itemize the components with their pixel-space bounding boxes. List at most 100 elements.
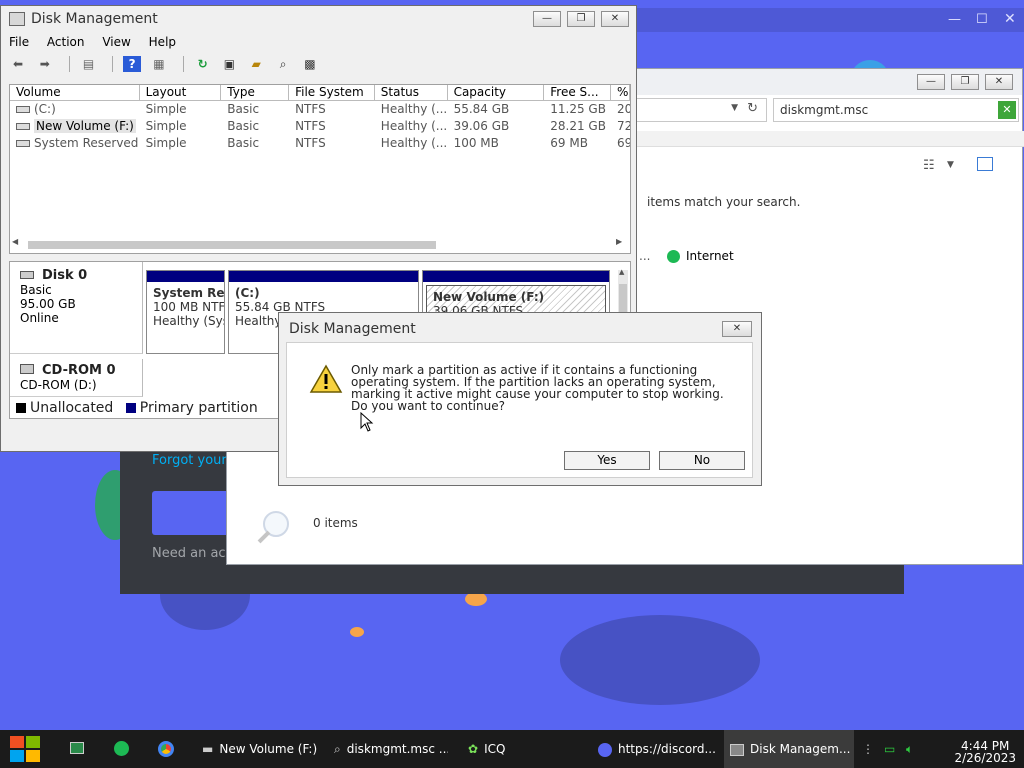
volume-cell: (C:) <box>10 101 140 118</box>
explorer-maximize-button[interactable]: ❐ <box>951 74 979 90</box>
search-location-internet[interactable]: Internet <box>667 249 734 263</box>
folder-open-icon[interactable]: ▰ <box>247 56 265 72</box>
column-layout[interactable]: Layout <box>140 85 222 100</box>
disk-size: 95.00 GB <box>20 297 76 311</box>
volume-list: Volume Layout Type File System Status Ca… <box>9 84 631 254</box>
disk-0-label[interactable]: Disk 0 Basic 95.00 GB Online <box>10 262 143 354</box>
layout-cell: Simple <box>145 102 187 116</box>
drive-icon <box>16 140 30 147</box>
search-icon[interactable]: ⌕ <box>274 56 292 72</box>
taskbar-label: diskmgmt.msc ... <box>346 742 448 756</box>
decor-dot <box>465 592 487 606</box>
partition-system-reserved[interactable]: System Re 100 MB NTF Healthy (Sys <box>146 270 225 354</box>
legend-primary-partition: Primary partition <box>139 400 258 416</box>
preview-pane-icon[interactable] <box>977 157 993 171</box>
horizontal-scrollbar[interactable]: ◀ ▶ <box>10 237 630 249</box>
column-capacity[interactable]: Capacity <box>448 85 545 100</box>
view-options-icon[interactable]: ☷ <box>923 158 935 173</box>
taskbar-label: https://discord... <box>618 742 716 756</box>
dialog-message: Only mark a partition as active if it co… <box>351 363 724 413</box>
file-system-cell: NTFS <box>295 119 326 133</box>
taskbar-overflow-icon[interactable]: ⋮ <box>862 730 872 768</box>
cdrom-0-label[interactable]: CD-ROM 0 CD-ROM (D:) <box>10 359 143 397</box>
explorer-close-button[interactable]: ✕ <box>985 74 1013 90</box>
show-desktop-icon[interactable] <box>70 730 90 768</box>
discord-maximize-button[interactable]: ☐ <box>976 12 988 27</box>
toolbar: ⬅ ➡ ▤ ? ▦ ↻ ▣ ▰ ⌕ ▩ <box>9 56 324 78</box>
table-row[interactable]: New Volume (F:) Simple Basic NTFS Health… <box>10 118 630 135</box>
column-percent-free[interactable]: % I <box>611 85 630 100</box>
forward-arrow-icon[interactable]: ➡ <box>36 56 54 72</box>
clear-search-icon[interactable]: ✕ <box>998 101 1016 119</box>
dialog-titlebar: Disk Management ✕ <box>279 313 761 341</box>
taskbar-item-diskmgmt-search[interactable]: ⌕ diskmgmt.msc ... <box>328 730 448 768</box>
column-file-system[interactable]: File System <box>289 85 375 100</box>
cdrom-icon <box>20 364 34 374</box>
scroll-left-icon[interactable]: ◀ <box>12 237 18 246</box>
menu-help[interactable]: Help <box>149 35 176 49</box>
scroll-up-icon[interactable]: ▲ <box>619 268 624 276</box>
minimize-button[interactable]: — <box>533 11 561 27</box>
back-arrow-icon[interactable]: ⬅ <box>9 56 27 72</box>
show-hide-console-tree-icon[interactable]: ▤ <box>79 56 97 72</box>
taskbar-item-new-volume[interactable]: ▬ New Volume (F:) <box>196 730 320 768</box>
help-icon[interactable]: ? <box>123 56 142 72</box>
maximize-button[interactable]: ❐ <box>567 11 595 27</box>
column-volume[interactable]: Volume <box>10 85 140 100</box>
scroll-right-icon[interactable]: ▶ <box>616 237 622 246</box>
partition-name: (C:) <box>235 286 260 300</box>
mouse-cursor-icon <box>360 412 374 432</box>
cdrom-name: CD-ROM 0 <box>42 363 116 378</box>
spotify-icon[interactable] <box>114 730 134 768</box>
settings-icon[interactable]: ▩ <box>301 56 319 72</box>
refresh-icon[interactable]: ↻ <box>194 56 212 72</box>
hard-disk-icon <box>20 271 34 279</box>
column-status[interactable]: Status <box>375 85 448 100</box>
start-button[interactable] <box>8 730 44 768</box>
no-button[interactable]: No <box>659 451 745 470</box>
discord-minimize-button[interactable]: — <box>948 12 961 27</box>
confirm-active-partition-dialog: Disk Management ✕ Only mark a partition … <box>278 312 762 486</box>
table-row[interactable]: (C:) Simple Basic NTFS Healthy (... 55.8… <box>10 101 630 118</box>
taskbar: ▬ New Volume (F:) ⌕ diskmgmt.msc ... ✿ ICQ … <box>0 730 1024 768</box>
forgot-password-link[interactable]: Forgot your <box>152 453 227 468</box>
type-cell: Basic <box>227 136 260 150</box>
taskbar-item-disk-management[interactable]: Disk Managem... <box>724 730 854 768</box>
volume-icon[interactable]: 🔈︎ <box>906 730 922 768</box>
chevron-down-icon[interactable]: ▼ <box>947 160 954 170</box>
scrollbar-thumb[interactable] <box>28 241 436 249</box>
volume-name: New Volume (F:) <box>34 119 136 133</box>
properties-icon[interactable]: ▦ <box>150 56 168 72</box>
chrome-icon[interactable] <box>158 730 178 768</box>
toolbar-separator <box>68 56 70 72</box>
rescan-disks-icon[interactable]: ▣ <box>220 56 238 72</box>
menu-view[interactable]: View <box>102 35 130 49</box>
menu-action[interactable]: Action <box>47 35 85 49</box>
disk-name: Disk 0 <box>42 268 88 283</box>
volume-list-header: Volume Layout Type File System Status Ca… <box>10 85 630 101</box>
system-clock[interactable]: 4:44 PM 2/26/2023 <box>954 740 1016 764</box>
decor-cloud <box>560 615 760 705</box>
explorer-minimize-button[interactable]: — <box>917 74 945 90</box>
internet-icon <box>667 250 680 263</box>
chevron-down-icon[interactable]: ▼ <box>731 103 738 113</box>
partition-name: New Volume (F:) <box>433 290 545 304</box>
taskbar-item-icq[interactable]: ✿ ICQ <box>462 730 582 768</box>
yes-button[interactable]: Yes <box>564 451 650 470</box>
column-free-space[interactable]: Free S... <box>544 85 612 100</box>
menu-bar: File Action View Help <box>9 35 190 49</box>
search-query: diskmgmt.msc <box>780 103 869 117</box>
discord-titlebar <box>636 8 1024 32</box>
network-icon[interactable]: ▭ <box>884 730 900 768</box>
dialog-close-button[interactable]: ✕ <box>722 321 752 337</box>
discord-close-button[interactable]: ✕ <box>1004 11 1016 27</box>
drive-icon <box>16 123 30 130</box>
menu-file[interactable]: File <box>9 35 29 49</box>
close-button[interactable]: ✕ <box>601 11 629 27</box>
table-row[interactable]: System Reserved Simple Basic NTFS Health… <box>10 135 630 152</box>
refresh-icon[interactable]: ↻ <box>747 101 758 116</box>
taskbar-item-discord[interactable]: https://discord... <box>592 730 718 768</box>
warning-icon <box>309 364 343 393</box>
explorer-search-input[interactable]: diskmgmt.msc ✕ <box>773 98 1019 122</box>
column-type[interactable]: Type <box>221 85 290 100</box>
